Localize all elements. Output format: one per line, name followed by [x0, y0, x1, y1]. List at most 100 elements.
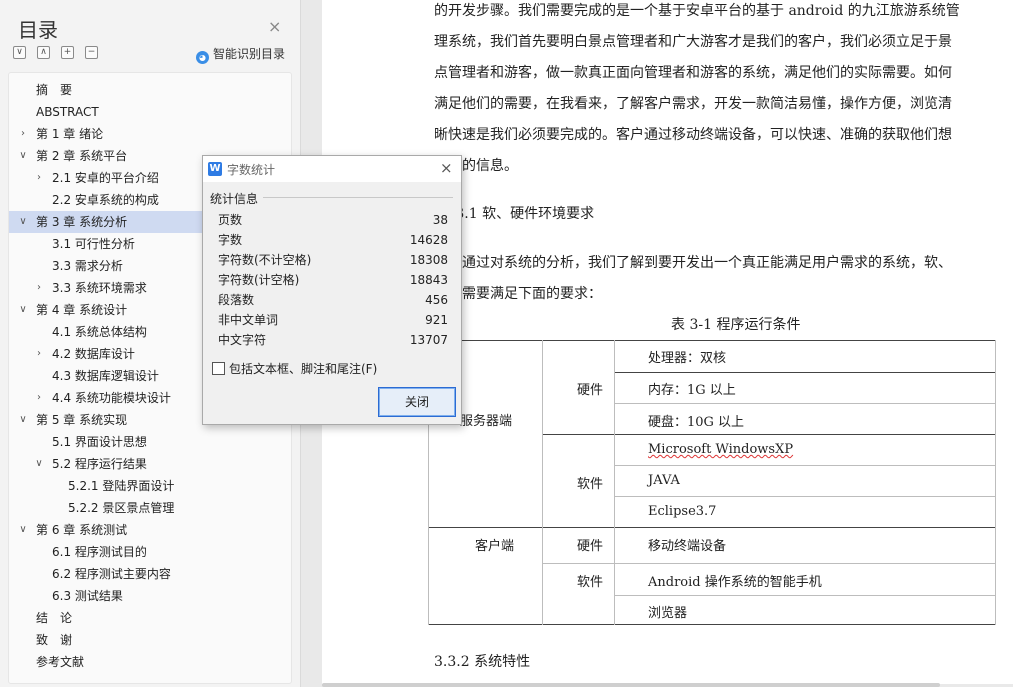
- toc-item-label: 5.2 程序运行结果: [52, 457, 147, 471]
- stat-label: 页数: [218, 213, 243, 227]
- cell-browser: 浏览器: [648, 606, 688, 621]
- toc-item-label: 3.3 系统环境需求: [52, 281, 147, 295]
- stat-row: 字符数(不计空格) 18308: [218, 250, 448, 270]
- include-textbox-checkbox[interactable]: [212, 362, 225, 375]
- stat-row: 页数 38: [218, 210, 448, 230]
- toc-item-label: 2.2 安卓系统的构成: [52, 193, 159, 207]
- toc-item[interactable]: 结 论: [9, 607, 291, 629]
- smart-toc-label: 智能识别目录: [213, 47, 286, 61]
- stat-label: 段落数: [218, 293, 255, 307]
- chevron-down-icon[interactable]: ∨: [17, 409, 29, 431]
- close-icon[interactable]: ×: [268, 17, 281, 36]
- horizontal-scrollbar[interactable]: [322, 683, 940, 687]
- chevron-right-icon[interactable]: ›: [33, 167, 45, 189]
- cell-memory: 内存：1G 以上: [648, 383, 736, 398]
- toc-item-label: 4.2 数据库设计: [52, 347, 135, 361]
- stat-row: 段落数 456: [218, 290, 448, 310]
- cell-server-sw: 软件: [577, 477, 604, 492]
- collapse-all-icon[interactable]: ∨: [13, 46, 26, 59]
- toc-item-label: 5.2.1 登陆界面设计: [68, 479, 175, 493]
- stat-row: 字符数(计空格) 18843: [218, 270, 448, 290]
- remove-heading-icon[interactable]: −: [85, 46, 98, 59]
- stat-value: 14628: [409, 233, 448, 247]
- toc-item-label: ABSTRACT: [36, 105, 99, 119]
- toc-item-label: 摘 要: [36, 83, 73, 97]
- chevron-down-icon[interactable]: ∨: [33, 453, 45, 475]
- toc-item-label: 6.1 程序测试目的: [52, 545, 147, 559]
- stat-row: 字数 14628: [218, 230, 448, 250]
- heading-332: 3.3.2 系统特性: [434, 654, 531, 670]
- toc-item[interactable]: ABSTRACT: [9, 101, 291, 123]
- add-heading-icon[interactable]: +: [61, 46, 74, 59]
- cell-client-sw: 软件: [577, 575, 604, 590]
- toc-item[interactable]: 5.1 界面设计思想: [9, 431, 291, 453]
- toc-item[interactable]: ∨ 第 6 章 系统测试: [9, 519, 291, 541]
- stat-label: 字符数(不计空格): [218, 253, 312, 267]
- toc-item[interactable]: 摘 要: [9, 79, 291, 101]
- cell-eclipse: Eclipse3.7: [648, 504, 717, 519]
- toc-item[interactable]: 6.1 程序测试目的: [9, 541, 291, 563]
- toc-item-label: 结 论: [36, 611, 73, 625]
- toc-item-label: 2.1 安卓的平台介绍: [52, 171, 159, 185]
- chevron-right-icon[interactable]: ›: [33, 277, 45, 299]
- paragraph-line: 的开发步骤。我们需要完成的是一个基于安卓平台的基于 android 的九江旅游系…: [434, 3, 960, 19]
- stat-value: 456: [425, 293, 448, 307]
- stat-label: 非中文单词: [218, 313, 279, 327]
- toc-item-label: 6.2 程序测试主要内容: [52, 567, 171, 581]
- toc-item-label: 4.4 系统功能模块设计: [52, 391, 171, 405]
- stat-label: 中文字符: [218, 333, 267, 347]
- stat-label: 字数: [218, 233, 243, 247]
- toc-item-label: 6.3 测试结果: [52, 589, 123, 603]
- chevron-right-icon[interactable]: ›: [17, 123, 29, 145]
- cell-os: Microsoft WindowsXP: [648, 442, 794, 457]
- paragraph-line: 点管理者和游客，做一款真正面向管理者和游客的系统，满足他们的实际需要。如何: [434, 65, 952, 81]
- chevron-right-icon[interactable]: ›: [33, 343, 45, 365]
- toc-item-label: 4.3 数据库逻辑设计: [52, 369, 159, 383]
- smart-toc-button[interactable]: ◕ 智能识别目录: [196, 45, 285, 64]
- dialog-title: 字数统计: [227, 163, 276, 177]
- stats-section-label: 统计信息: [210, 192, 259, 206]
- close-button[interactable]: 关闭: [378, 387, 456, 417]
- paragraph-line: 晰快速是我们必须要完成的。客户通过移动终端设备，可以快速、准确的获取他们想: [434, 127, 952, 143]
- stat-value: 921: [425, 313, 448, 327]
- toc-item[interactable]: 5.2.1 登陆界面设计: [9, 475, 291, 497]
- chevron-down-icon[interactable]: ∨: [17, 519, 29, 541]
- chevron-down-icon[interactable]: ∨: [17, 211, 29, 233]
- toc-item-label: 第 5 章 系统实现: [36, 413, 128, 427]
- wps-logo-icon: W: [208, 162, 222, 176]
- dialog-close-icon[interactable]: ×: [440, 159, 453, 177]
- paragraph-line: 通过对系统的分析，我们了解到要开发出一个真正能满足用户需求的系统，软、: [462, 255, 952, 271]
- table-caption: 表 3-1 程序运行条件: [671, 317, 801, 333]
- include-textbox-label[interactable]: 包括文本框、脚注和尾注(F): [229, 360, 377, 377]
- chevron-down-icon[interactable]: ∨: [17, 299, 29, 321]
- toc-item-label: 4.1 系统总体结构: [52, 325, 147, 339]
- stat-label: 字符数(计空格): [218, 273, 300, 287]
- stat-value: 18308: [409, 253, 448, 267]
- toc-item[interactable]: 参考文献: [9, 651, 291, 673]
- toc-item[interactable]: 6.3 测试结果: [9, 585, 291, 607]
- toc-item[interactable]: › 第 1 章 绪论: [9, 123, 291, 145]
- cell-mobile: 移动终端设备: [648, 539, 727, 554]
- stat-value: 38: [432, 213, 448, 227]
- toc-item[interactable]: 6.2 程序测试主要内容: [9, 563, 291, 585]
- toc-item[interactable]: 致 谢: [9, 629, 291, 651]
- paragraph-line: 满足他们的需要，在我看来，了解客户需求，开发一款简洁易懂，操作方便，浏览清: [434, 96, 952, 112]
- toc-item[interactable]: 5.2.2 景区景点管理: [9, 497, 291, 519]
- chevron-down-icon[interactable]: ∨: [17, 145, 29, 167]
- expand-up-icon[interactable]: ∧: [37, 46, 50, 59]
- toc-item-label: 3.1 可行性分析: [52, 237, 135, 251]
- ai-icon: ◕: [196, 51, 209, 64]
- section-divider: [263, 197, 453, 198]
- toc-item-label: 致 谢: [36, 633, 73, 647]
- chevron-right-icon[interactable]: ›: [33, 387, 45, 409]
- toc-item-label: 参考文献: [36, 655, 85, 669]
- cell-server: 服务器端: [460, 414, 513, 429]
- toc-item[interactable]: ∨ 5.2 程序运行结果: [9, 453, 291, 475]
- stat-value: 18843: [409, 273, 448, 287]
- toc-item-label: 第 3 章 系统分析: [36, 215, 128, 229]
- toc-title: 目录: [18, 18, 58, 42]
- cell-disk: 硬盘：10G 以上: [648, 415, 745, 430]
- cell-android: Android 操作系统的智能手机: [648, 575, 822, 590]
- stat-row: 非中文单词 921: [218, 310, 448, 330]
- stat-value: 13707: [409, 333, 448, 347]
